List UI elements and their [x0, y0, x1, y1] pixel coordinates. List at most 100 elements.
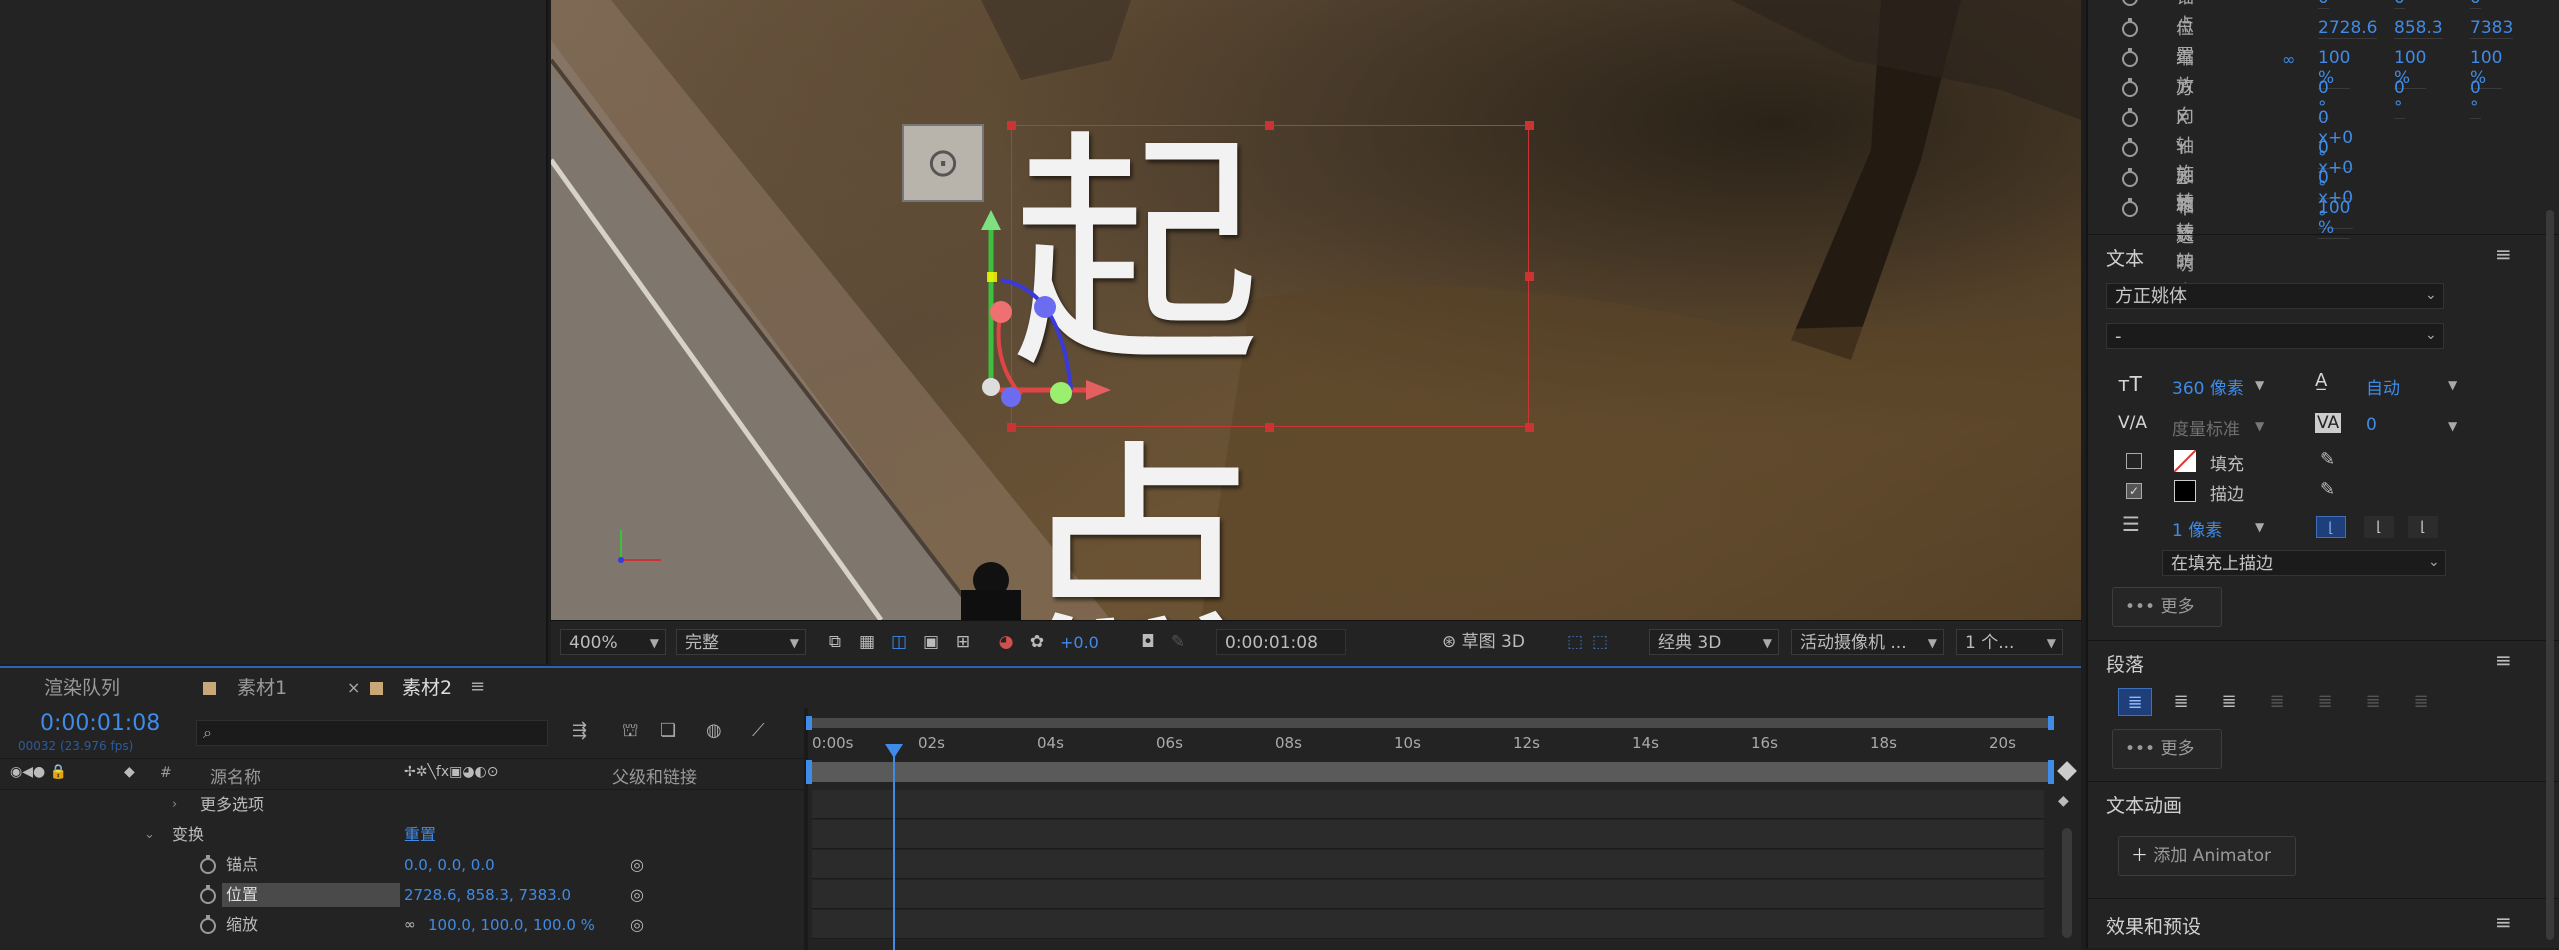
grid-guides-icon[interactable]: ⊞ [952, 631, 974, 653]
opacity-value[interactable]: 100 % [2318, 198, 2351, 239]
stroke-checkbox[interactable]: ✓ [2126, 483, 2142, 499]
font-size-value[interactable]: 360 像素 [2172, 374, 2244, 399]
navigator-start-handle[interactable] [806, 716, 812, 730]
property-row[interactable]: › 更多选项 [0, 790, 800, 820]
3d-ground-icon[interactable]: ⬚ [1564, 631, 1586, 653]
track-row[interactable] [812, 850, 2044, 879]
font-style-select[interactable]: - [2106, 323, 2444, 349]
stopwatch-icon[interactable] [200, 885, 216, 904]
panel-divider[interactable] [804, 708, 808, 950]
color-channel-icon[interactable]: ◕ [995, 631, 1017, 653]
work-area-bar[interactable] [808, 762, 2052, 782]
playhead-line[interactable] [893, 756, 895, 950]
tracking-value[interactable]: 0 [2366, 415, 2377, 435]
stopwatch-icon[interactable] [200, 915, 216, 934]
comp-mini-flowchart-icon[interactable]: ⇶ [572, 720, 587, 741]
stroke-order-select[interactable]: 在填充上描边 [2162, 550, 2446, 576]
exposure-value[interactable]: +0.0 [1060, 633, 1099, 652]
track-row[interactable] [812, 820, 2044, 849]
comp-end-marker[interactable] [2057, 761, 2077, 781]
orientation-y[interactable]: 0 ° [2394, 78, 2405, 119]
stopwatch-icon[interactable] [2122, 198, 2138, 217]
transform-gizmo[interactable] [941, 200, 1141, 420]
timeline-scrollbar[interactable] [2062, 828, 2072, 938]
properties-scrollbar[interactable] [2546, 210, 2554, 940]
kerning-value[interactable]: 度量标准 [2172, 415, 2240, 440]
tab-comp-2[interactable]: 素材2 [402, 668, 452, 708]
region-of-interest-icon[interactable]: ▣ [920, 631, 942, 653]
stopwatch-icon[interactable] [2122, 168, 2138, 187]
views-select[interactable]: 1 个... ▼ [1956, 629, 2063, 655]
reset-link[interactable]: 重置 [404, 820, 436, 850]
round-join-button[interactable]: ⌊ [2364, 516, 2394, 538]
chevron-down-icon[interactable]: ▼ [2448, 419, 2457, 433]
frame-blending-icon[interactable]: ❏ [660, 720, 676, 741]
justify-all-icon[interactable]: ≣ [2404, 688, 2438, 716]
chevron-down-icon[interactable]: ⌄ [2428, 554, 2440, 570]
time-navigator[interactable] [808, 718, 2052, 728]
renderer-select[interactable]: 经典 3D ▼ [1649, 629, 1779, 655]
stopwatch-icon[interactable] [2122, 78, 2138, 97]
leading-value[interactable]: 自动 [2366, 374, 2400, 399]
tab-comp-1[interactable]: 素材1 [237, 668, 287, 708]
navigator-end-handle[interactable] [2048, 716, 2054, 730]
layer-search-input[interactable]: ⌕ [196, 720, 548, 746]
property-row[interactable]: 锚点 0.0, 0.0, 0.0 ◎ [0, 850, 800, 880]
property-row[interactable]: 位置 2728.6, 858.3, 7383.0 ◎ [0, 880, 800, 910]
panel-menu-icon[interactable]: ≡ [2495, 910, 2512, 934]
work-area-start[interactable] [806, 760, 812, 784]
col-source-name[interactable]: 源名称 [210, 763, 261, 788]
pick-whip-icon[interactable]: ◎ [630, 910, 644, 940]
align-right-icon[interactable]: ≣ [2212, 688, 2246, 716]
stopwatch-icon[interactable] [2122, 138, 2138, 157]
font-family-select[interactable]: 方正姚体 [2106, 283, 2444, 309]
camera-select[interactable]: 活动摄像机 ... ▼ [1791, 629, 1944, 655]
snapshot-icon[interactable]: ◘ [1137, 631, 1159, 653]
property-value[interactable]: 100.0, 100.0, 100.0 % [428, 910, 595, 940]
panel-menu-icon[interactable]: ≡ [2495, 242, 2512, 266]
link-icon[interactable]: ∞ [404, 910, 416, 940]
extended-viewer-icon[interactable]: ⬚ [1589, 631, 1611, 653]
chevron-down-icon[interactable]: ▼ [2255, 520, 2264, 534]
stroke-width-value[interactable]: 1 像素 [2172, 516, 2222, 541]
panel-menu-icon[interactable]: ≡ [2495, 648, 2512, 672]
chevron-down-icon[interactable]: ⌄ [2425, 287, 2437, 303]
property-row[interactable]: 缩放 ∞ 100.0, 100.0, 100.0 % ◎ [0, 910, 800, 940]
chevron-down-icon[interactable]: ⌄ [144, 820, 155, 850]
align-left-icon[interactable]: ≣ [2118, 688, 2152, 716]
draft-3d-timeline-icon[interactable]: ⛫ [622, 720, 639, 744]
tab-menu-icon[interactable]: ≡ [470, 676, 485, 697]
chevron-down-icon[interactable]: ▼ [2448, 378, 2457, 392]
transparency-grid-icon[interactable]: ▦ [856, 631, 878, 653]
work-area-end[interactable] [2048, 760, 2054, 784]
chevron-right-icon[interactable]: › [172, 790, 177, 820]
stopwatch-icon[interactable] [2122, 48, 2138, 67]
close-icon[interactable]: × [347, 678, 360, 697]
col-parent-link[interactable]: 父级和链接 [612, 763, 697, 788]
chevron-down-icon[interactable]: ▼ [2255, 378, 2264, 392]
miter-join-button[interactable]: ⌊ [2316, 516, 2346, 538]
fill-color-swatch[interactable] [2174, 450, 2196, 472]
position-z[interactable]: 7383 [2470, 18, 2514, 39]
zoom-select[interactable]: 400% ▼ [560, 629, 666, 655]
keyframe-nav-icon[interactable]: ◆ [2058, 793, 2069, 809]
reset-exposure-icon[interactable]: ✿ [1026, 631, 1048, 653]
stroke-color-swatch[interactable] [2174, 480, 2196, 502]
constrain-proportions-icon[interactable]: ∞ [2282, 50, 2295, 69]
justify-last-center-icon[interactable]: ≣ [2308, 688, 2342, 716]
composition-viewer[interactable]: ⊙ 起 点 [551, 0, 2081, 620]
position-x[interactable]: 2728.6 [2318, 18, 2378, 39]
justify-last-right-icon[interactable]: ≣ [2356, 688, 2390, 716]
stopwatch-icon[interactable] [2122, 108, 2138, 127]
stopwatch-icon[interactable] [200, 855, 216, 874]
add-animator-button[interactable]: ＋ 添加 Animator [2118, 836, 2296, 876]
property-row[interactable]: ⌄ 变换 重置 [0, 820, 800, 850]
stopwatch-icon[interactable] [2122, 18, 2138, 37]
eyedropper-icon[interactable]: ✎ [2320, 449, 2335, 470]
anchor-y[interactable]: 0 [2394, 0, 2405, 9]
mask-visibility-icon[interactable]: ◫ [888, 631, 910, 653]
track-row[interactable] [812, 880, 2044, 909]
property-value[interactable]: 0.0, 0.0, 0.0 [404, 850, 495, 880]
align-center-icon[interactable]: ≣ [2164, 688, 2198, 716]
resolution-select[interactable]: 完整 ▼ [676, 629, 806, 655]
